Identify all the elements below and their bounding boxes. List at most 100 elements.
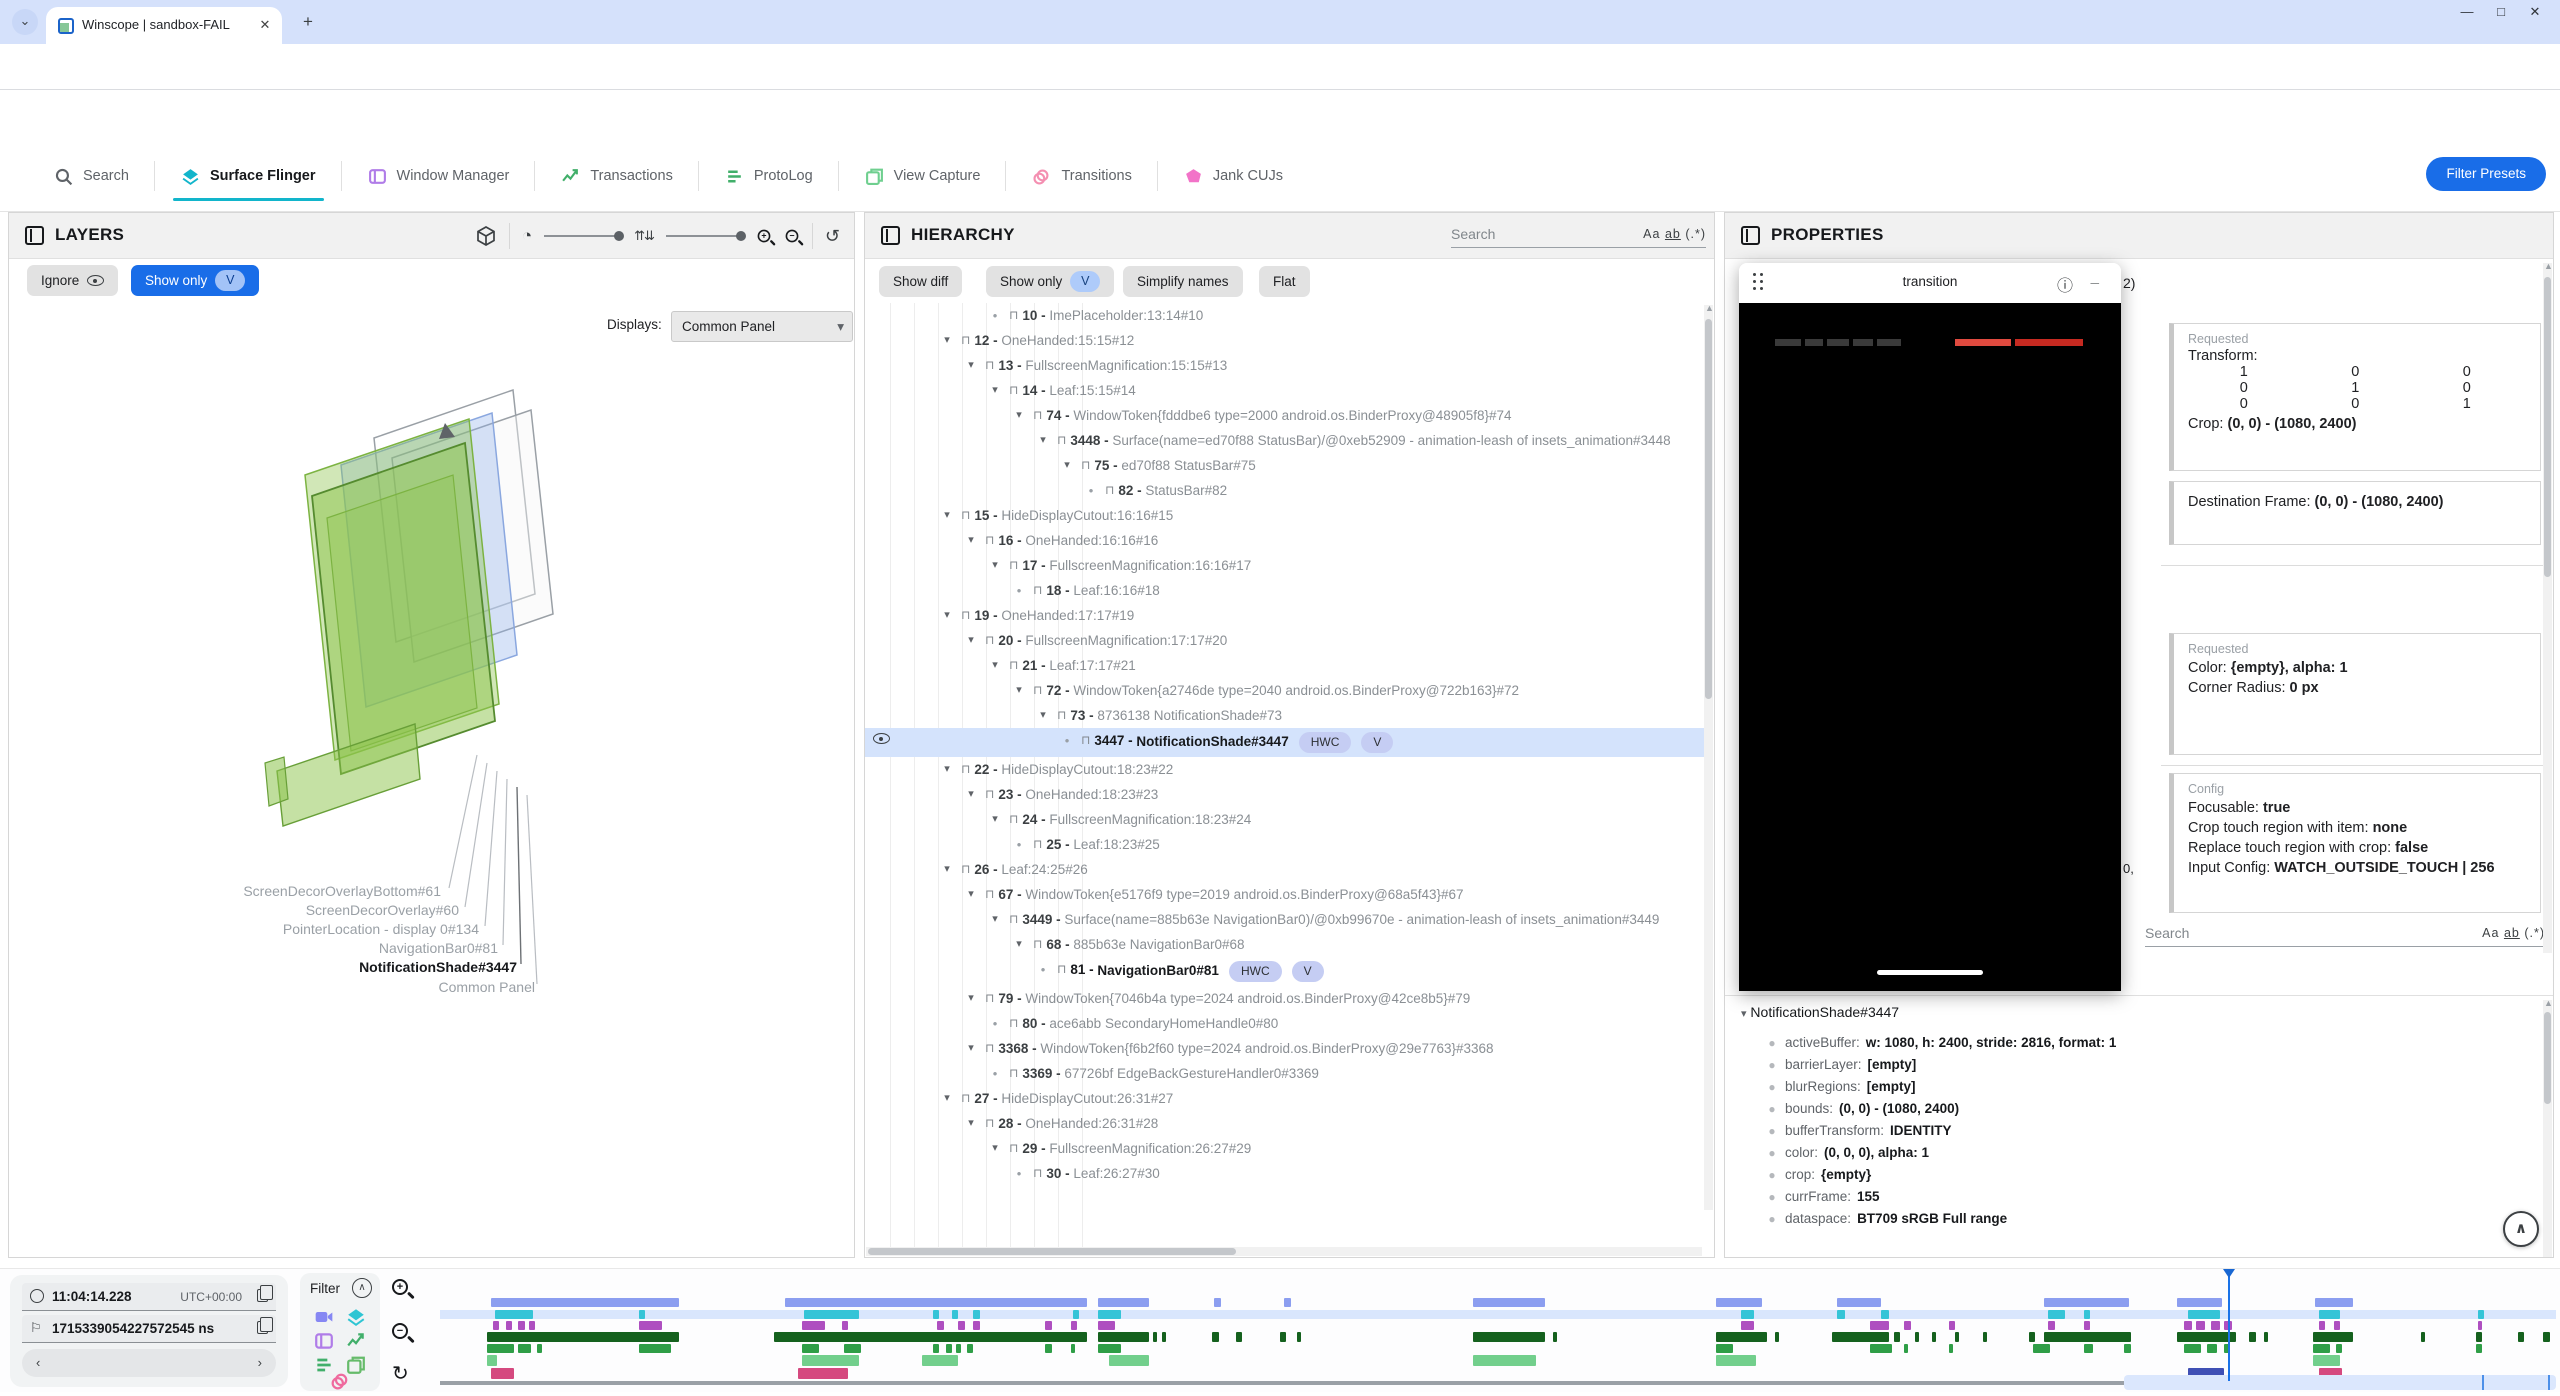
pin-icon[interactable]: ⊓ — [1009, 657, 1018, 674]
trace-event[interactable] — [518, 1344, 531, 1353]
3d-cube-icon[interactable] — [475, 225, 497, 247]
trace-event[interactable] — [1716, 1332, 1767, 1342]
pin-icon[interactable]: ⊓ — [985, 632, 994, 649]
match-word-icon[interactable]: ab — [2504, 926, 2520, 940]
expand-arrow-icon[interactable]: ▾ — [987, 911, 1003, 928]
expand-arrow-icon[interactable]: ▾ — [963, 357, 979, 374]
hierarchy-row[interactable]: ▾⊓73 - 8736138 NotificationShade#73 — [865, 703, 1704, 728]
hierarchy-row[interactable]: ▾⊓28 - OneHanded:26:31#28 — [865, 1111, 1704, 1136]
trace-event[interactable] — [1473, 1332, 1545, 1342]
timeline-cursor[interactable] — [2228, 1273, 2230, 1381]
trace-event[interactable] — [1741, 1310, 1754, 1319]
hierarchy-row[interactable]: ▾⊓24 - FullscreenMagnification:18:23#24 — [865, 807, 1704, 832]
expand-arrow-icon[interactable]: ▾ — [963, 886, 979, 903]
trace-event[interactable] — [537, 1344, 541, 1353]
trace-event[interactable] — [2177, 1298, 2221, 1307]
trace-event[interactable] — [2184, 1321, 2192, 1330]
trace-event[interactable] — [1098, 1298, 1149, 1307]
tab-transactions[interactable]: Transactions — [535, 155, 698, 197]
trace-event[interactable] — [1932, 1332, 1936, 1342]
expand-arrow-icon[interactable]: ▾ — [963, 1115, 979, 1132]
hierarchy-horizontal-scrollbar[interactable] — [866, 1247, 1702, 1256]
trace-row-row1[interactable] — [440, 1298, 2556, 1307]
hierarchy-row[interactable]: ▾⊓23 - OneHanded:18:23#23 — [865, 782, 1704, 807]
hierarchy-row[interactable]: ▾⊓79 - WindowToken{7046b4a type=2024 and… — [865, 986, 1704, 1011]
trace-event[interactable] — [639, 1310, 645, 1319]
hierarchy-row[interactable]: ▾⊓16 - OneHanded:16:16#16 — [865, 528, 1704, 553]
pin-icon[interactable]: ⊓ — [985, 357, 994, 374]
trace-event[interactable] — [495, 1310, 533, 1319]
layers-3d-view[interactable]: ScreenDecorOverlayBottom#61ScreenDecorOv… — [9, 303, 854, 1257]
trace-event[interactable] — [2315, 1298, 2353, 1307]
hierarchy-row-selected[interactable]: •⊓3447 - NotificationShade#3447HWCV — [865, 728, 1704, 757]
show-only-chip[interactable]: Show onlyV — [986, 266, 1114, 297]
expand-arrow-icon[interactable]: ▾ — [987, 1140, 1003, 1157]
frame-step-control[interactable]: ‹› — [22, 1349, 276, 1377]
pin-icon[interactable]: ⊓ — [985, 990, 994, 1007]
hierarchy-row[interactable]: ▾⊓15 - HideDisplayCutout:16:16#15 — [865, 503, 1704, 528]
trace-event[interactable] — [1109, 1355, 1149, 1366]
pin-icon[interactable]: ⊓ — [1057, 707, 1066, 724]
trace-event[interactable] — [639, 1344, 671, 1353]
expand-arrow-icon[interactable]: ▾ — [939, 861, 955, 878]
trace-event[interactable] — [2476, 1344, 2482, 1353]
show-diff-chip[interactable]: Show diff — [879, 266, 962, 297]
hierarchy-row[interactable]: •⊓3369 - 67726bf EdgeBackGestureHandler0… — [865, 1061, 1704, 1086]
trace-event[interactable] — [1098, 1332, 1149, 1342]
tab-protolog[interactable]: ProtoLog — [699, 155, 839, 197]
trace-event[interactable] — [2084, 1344, 2092, 1353]
pin-icon[interactable]: ⊓ — [1033, 407, 1042, 424]
trace-event[interactable] — [973, 1310, 979, 1319]
hierarchy-row[interactable]: •⊓30 - Leaf:26:27#30 — [865, 1161, 1704, 1186]
trace-event[interactable] — [487, 1344, 515, 1353]
trace-event[interactable] — [2048, 1310, 2065, 1319]
trace-event[interactable] — [2543, 1332, 2549, 1342]
pin-icon[interactable]: ⊓ — [1009, 1140, 1018, 1157]
trace-event[interactable] — [1280, 1332, 1286, 1342]
trace-event[interactable] — [2421, 1332, 2425, 1342]
hierarchy-row[interactable]: ▾⊓12 - OneHanded:15:15#12 — [865, 328, 1704, 353]
property-tree-item[interactable]: ●activeBuffer: w: 1080, h: 2400, stride:… — [1759, 1035, 2116, 1050]
layers-filter-icon[interactable] — [346, 1307, 366, 1327]
hierarchy-row[interactable]: ▾⊓3449 - Surface(name=885b63e Navigation… — [865, 907, 1704, 932]
trace-event[interactable] — [785, 1298, 1088, 1307]
zoom-in-icon[interactable]: + — [758, 230, 771, 243]
expand-arrow-icon[interactable]: ▾ — [939, 1090, 955, 1107]
trace-event[interactable] — [491, 1368, 514, 1379]
trace-event[interactable] — [844, 1344, 861, 1353]
property-tree-item[interactable]: ●crop: {empty} — [1759, 1167, 2116, 1182]
zoom-out-icon[interactable]: − — [786, 230, 799, 243]
property-tree-item[interactable]: ●bufferTransform: IDENTITY — [1759, 1123, 2116, 1138]
trace-row-row4[interactable] — [440, 1332, 2556, 1342]
hierarchy-row[interactable]: •⊓80 - ace6abb SecondaryHomeHandle0#80 — [865, 1011, 1704, 1036]
trace-event[interactable] — [1236, 1332, 1242, 1342]
pin-icon[interactable]: ⊓ — [1033, 1165, 1042, 1182]
trace-event[interactable] — [2033, 1344, 2050, 1353]
trace-event[interactable] — [937, 1321, 943, 1330]
trace-event[interactable] — [1297, 1332, 1301, 1342]
properties-vertical-scrollbar[interactable]: ▲ — [2543, 263, 2552, 953]
timeline-reset-zoom-icon[interactable]: ↻ — [392, 1361, 418, 1387]
match-case-icon[interactable]: Aa — [2482, 926, 2499, 940]
hierarchy-row[interactable]: ▾⊓3368 - WindowToken{f6b2f60 type=2024 a… — [865, 1036, 1704, 1061]
trace-event[interactable] — [933, 1310, 939, 1319]
trace-event[interactable] — [1284, 1298, 1290, 1307]
expand-arrow-icon[interactable]: ▾ — [963, 990, 979, 1007]
hierarchy-row[interactable]: ▾⊓14 - Leaf:15:15#14 — [865, 378, 1704, 403]
expand-arrow-icon[interactable]: ▾ — [1011, 407, 1027, 424]
trace-event[interactable] — [2476, 1332, 2482, 1342]
tab-search-icon[interactable]: ⌄ — [12, 9, 38, 35]
trace-event[interactable] — [1983, 1332, 1987, 1342]
tab-search[interactable]: Search — [28, 155, 155, 197]
expand-arrow-icon[interactable]: ▾ — [963, 532, 979, 549]
timeline-scrollbar-thumb[interactable] — [440, 1381, 2124, 1385]
pin-icon[interactable]: ⊓ — [985, 1040, 994, 1057]
simplify-names-chip[interactable]: Simplify names — [1123, 266, 1243, 297]
trace-event[interactable] — [967, 1344, 973, 1353]
trace-event[interactable] — [1915, 1332, 1919, 1342]
trace-event[interactable] — [952, 1310, 958, 1319]
overlay-title-bar[interactable]: transition ⓘ _ — [1739, 263, 2121, 303]
regex-icon[interactable]: (.*) — [1685, 227, 1706, 241]
browser-tab[interactable]: Winscope | sandbox-FAIL ✕ — [46, 7, 282, 44]
pin-icon[interactable]: ⊓ — [985, 532, 994, 549]
